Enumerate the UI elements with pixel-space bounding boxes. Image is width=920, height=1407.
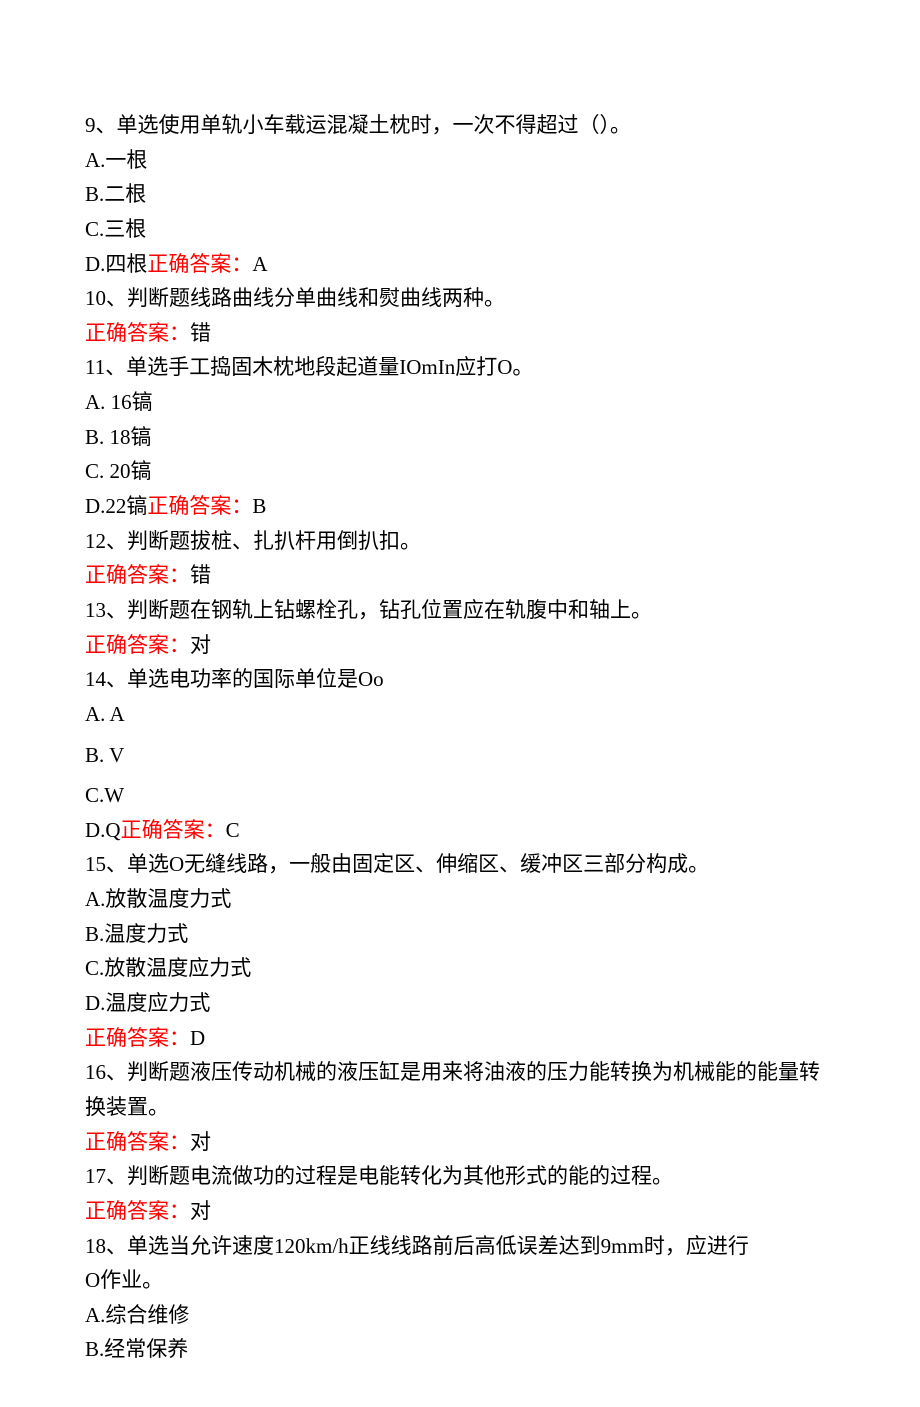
q17-stem: 17、判断题电流做功的过程是电能转化为其他形式的能的过程。 [85,1159,835,1194]
q9-answer-label: 正确答案： [147,252,252,276]
q16-answer-label: 正确答案： [85,1130,190,1154]
q10-answer-value: 错 [190,321,211,345]
q14-option-d-and-answer: D.Q正确答案：C [85,813,835,848]
q9-option-a: A.一根 [85,143,835,178]
q11-option-c: C. 20镐 [85,454,835,489]
q15-option-d: D.温度应力式 [85,986,835,1021]
q11-option-d-and-answer: D.22镐正确答案：B [85,489,835,524]
q11-answer-label: 正确答案： [147,494,252,518]
q9-option-b: B.二根 [85,177,835,212]
q9-answer-value: A [252,252,267,276]
q13-answer-value: 对 [190,633,211,657]
q12-stem: 12、判断题拔桩、扎扒杆用倒扒扣。 [85,524,835,559]
q14-option-b: B. V [85,738,835,773]
q11-option-a: A. 16镐 [85,385,835,420]
q17-answer: 正确答案：对 [85,1194,835,1229]
q14-option-c: C.W [85,778,835,813]
q10-stem: 10、判断题线路曲线分单曲线和熨曲线两种。 [85,281,835,316]
q16-stem: 16、判断题液压传动机械的液压缸是用来将油液的压力能转换为机械能的能量转换装置。 [85,1055,835,1124]
q15-answer-value: D [190,1026,205,1050]
q9-stem: 9、单选使用单轨小车载运混凝土枕时，一次不得超过（）。 [85,108,835,143]
q17-answer-label: 正确答案： [85,1199,190,1223]
q14-answer-label: 正确答案： [121,818,226,842]
q14-stem: 14、单选电功率的国际单位是Oo [85,662,835,697]
q12-answer: 正确答案：错 [85,558,835,593]
q9-option-d: D.四根 [85,252,147,276]
q15-answer-label: 正确答案： [85,1026,190,1050]
q17-answer-value: 对 [190,1199,211,1223]
q11-option-b: B. 18镐 [85,420,835,455]
document-page: 9、单选使用单轨小车载运混凝土枕时，一次不得超过（）。 A.一根 B.二根 C.… [0,0,920,1407]
q12-answer-label: 正确答案： [85,563,190,587]
q18-option-a: A.综合维修 [85,1298,835,1333]
q18-option-b: B.经常保养 [85,1332,835,1367]
q12-answer-value: 错 [190,563,211,587]
q10-answer: 正确答案：错 [85,316,835,351]
q15-option-c: C.放散温度应力式 [85,951,835,986]
q13-stem: 13、判断题在钢轨上钻螺栓孔，钻孔位置应在轨腹中和轴上。 [85,593,835,628]
q9-option-d-and-answer: D.四根正确答案：A [85,247,835,282]
q13-answer: 正确答案：对 [85,628,835,663]
q18-stem-line2: O作业。 [85,1263,835,1298]
q11-answer-value: B [252,494,266,518]
q10-answer-label: 正确答案： [85,321,190,345]
q14-option-a: A. A [85,697,835,732]
q18-stem-line1: 18、单选当允许速度120km/h正线线路前后高低误差达到9mm时，应进行 [85,1229,835,1264]
q16-answer-value: 对 [190,1130,211,1154]
q13-answer-label: 正确答案： [85,633,190,657]
q15-answer: 正确答案：D [85,1021,835,1056]
q15-option-a: A.放散温度力式 [85,882,835,917]
q11-stem: 11、单选手工捣固木枕地段起道量IOmIn应打O。 [85,350,835,385]
q9-option-c: C.三根 [85,212,835,247]
q16-answer: 正确答案：对 [85,1125,835,1160]
q14-answer-value: C [226,818,240,842]
q14-option-d: D.Q [85,818,121,842]
q11-option-d: D.22镐 [85,494,147,518]
q15-stem: 15、单选O无缝线路，一般由固定区、伸缩区、缓冲区三部分构成。 [85,847,835,882]
q15-option-b: B.温度力式 [85,917,835,952]
